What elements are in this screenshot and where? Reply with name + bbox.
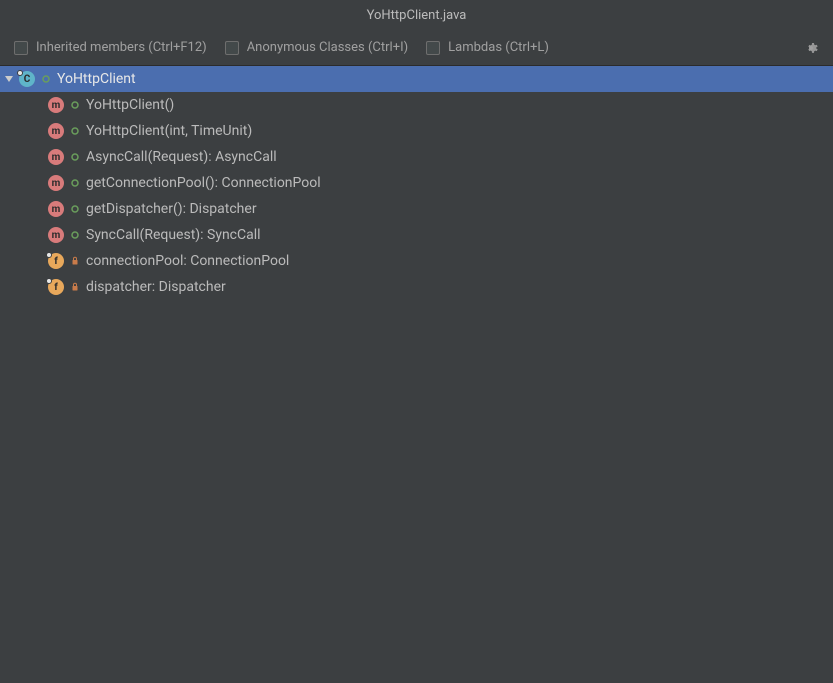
structure-tree: C YoHttpClient m YoHttpClient() m YoHttpCli… [0, 66, 833, 683]
inherited-label: Inherited members (Ctrl+F12) [36, 40, 207, 55]
member-row[interactable]: m getConnectionPool(): ConnectionPool [0, 170, 833, 196]
member-label: connectionPool: ConnectionPool [86, 253, 289, 269]
member-label: YoHttpClient(int, TimeUnit) [86, 123, 252, 139]
member-label: getConnectionPool(): ConnectionPool [86, 175, 321, 191]
checkbox-icon [225, 41, 239, 55]
member-row[interactable]: f connectionPool: ConnectionPool [0, 248, 833, 274]
class-label: YoHttpClient [57, 71, 136, 87]
collapse-icon[interactable] [4, 74, 14, 84]
class-icon: C [19, 71, 35, 87]
window-title: YoHttpClient.java [367, 8, 467, 23]
method-icon: m [48, 201, 64, 217]
public-icon [69, 203, 81, 215]
method-icon: m [48, 175, 64, 191]
private-icon [69, 281, 81, 293]
titlebar: YoHttpClient.java [0, 0, 833, 30]
member-label: AsyncCall(Request): AsyncCall [86, 149, 277, 165]
checkbox-icon [14, 41, 28, 55]
lambdas-toggle[interactable]: Lambdas (Ctrl+L) [426, 40, 549, 55]
member-row[interactable]: f dispatcher: Dispatcher [0, 274, 833, 300]
public-icon [69, 151, 81, 163]
member-label: getDispatcher(): Dispatcher [86, 201, 257, 217]
member-label: dispatcher: Dispatcher [86, 279, 226, 295]
private-icon [69, 255, 81, 267]
public-icon [40, 73, 52, 85]
public-icon [69, 125, 81, 137]
method-icon: m [48, 123, 64, 139]
gear-icon[interactable] [803, 40, 819, 56]
checkbox-icon [426, 41, 440, 55]
class-node[interactable]: C YoHttpClient [0, 66, 833, 92]
method-icon: m [48, 227, 64, 243]
inherited-members-toggle[interactable]: Inherited members (Ctrl+F12) [14, 40, 207, 55]
member-row[interactable]: m getDispatcher(): Dispatcher [0, 196, 833, 222]
method-icon: m [48, 97, 64, 113]
field-icon: f [48, 253, 64, 269]
public-icon [69, 229, 81, 241]
member-row[interactable]: m YoHttpClient() [0, 92, 833, 118]
member-row[interactable]: m SyncCall(Request): SyncCall [0, 222, 833, 248]
method-icon: m [48, 149, 64, 165]
lambdas-label: Lambdas (Ctrl+L) [448, 40, 549, 55]
member-label: SyncCall(Request): SyncCall [86, 227, 261, 243]
anonymous-label: Anonymous Classes (Ctrl+I) [247, 40, 408, 55]
field-icon: f [48, 279, 64, 295]
member-row[interactable]: m AsyncCall(Request): AsyncCall [0, 144, 833, 170]
member-row[interactable]: m YoHttpClient(int, TimeUnit) [0, 118, 833, 144]
toolbar: Inherited members (Ctrl+F12) Anonymous C… [0, 30, 833, 66]
public-icon [69, 99, 81, 111]
public-icon [69, 177, 81, 189]
anonymous-classes-toggle[interactable]: Anonymous Classes (Ctrl+I) [225, 40, 408, 55]
member-label: YoHttpClient() [86, 97, 174, 113]
